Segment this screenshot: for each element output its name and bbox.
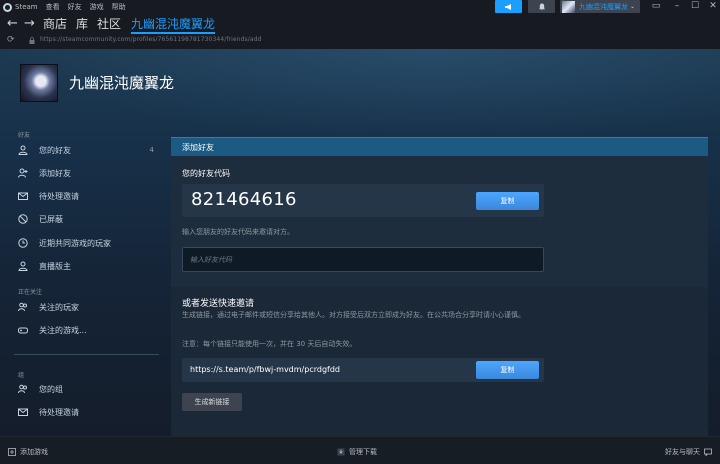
steam-logo-icon	[3, 2, 12, 12]
sidebar-item-label: 您的组	[39, 384, 63, 394]
friends-heading: 好友	[18, 132, 31, 139]
mail-icon	[18, 192, 28, 200]
friend-code-value: 821464616	[191, 189, 297, 210]
sidebar-item-label: 关注的游戏...	[39, 325, 87, 335]
chevron-down-icon: ⌄	[630, 3, 636, 10]
quick-invite-description: 生成链接，通过电子邮件或短信分享给其他人。对方接受后双方立即成为好友。在公共场合…	[182, 311, 525, 319]
copy-code-button[interactable]: 复制	[476, 192, 539, 210]
sidebar-item-add-friend[interactable]: 添加好友	[18, 165, 158, 181]
person-icon	[18, 145, 28, 155]
sidebar-item-followed-players[interactable]: 关注的玩家	[18, 299, 158, 315]
person-icon	[18, 261, 28, 271]
people-icon	[18, 302, 27, 312]
following-heading: 正在关注	[18, 289, 43, 296]
sidebar-item-label: 已屏蔽	[39, 214, 63, 224]
sidebar-item-followed-games[interactable]: 关注的游戏...	[18, 322, 158, 338]
url-text[interactable]: https://steamcommunity.com/profiles/7656…	[40, 36, 261, 43]
nav-profile[interactable]: 九幽混沌魔翼龙	[131, 16, 216, 34]
friends-page: 九幽混沌魔翼龙 好友 您的好友 4 添加好友 待处理邀请 已屏蔽 近期共同游戏的…	[0, 49, 720, 436]
friends-count: 4	[149, 146, 154, 154]
nav-library[interactable]: 库	[76, 16, 88, 32]
clock-icon	[18, 238, 28, 248]
bell-icon	[538, 3, 545, 10]
quick-invite-section: 或者发送快速邀请 生成链接，通过电子邮件或短信分享给其他人。对方接受后双方立即成…	[171, 287, 708, 436]
panel-header: 添加好友	[171, 137, 708, 156]
manage-downloads-button[interactable]: 管理下载	[337, 447, 377, 457]
quick-invite-note: 注意：每个链接只能使用一次，并在 30 天后自动失效。	[182, 340, 357, 348]
bottom-bar: 添加游戏 管理下载 好友与聊天	[0, 436, 720, 464]
profile-avatar[interactable]	[20, 64, 58, 102]
arrow-right-icon[interactable]: →	[24, 16, 35, 32]
plus-icon	[8, 448, 16, 456]
manage-downloads-label: 管理下载	[349, 448, 377, 456]
block-icon	[18, 214, 28, 224]
notifications-button[interactable]	[528, 0, 555, 13]
generate-new-link-button[interactable]: 生成新链接	[182, 393, 242, 411]
people-icon	[18, 384, 27, 394]
chat-icon	[704, 448, 712, 456]
sidebar-item-label: 近期共同游戏的玩家	[39, 238, 111, 248]
announcements-button[interactable]	[495, 0, 522, 13]
arrow-left-icon[interactable]: ←	[7, 16, 18, 32]
quick-invite-title: 或者发送快速邀请	[182, 299, 255, 309]
sidebar-item-broadcast-moderators[interactable]: 直播版主	[18, 258, 158, 274]
sidebar-item-label: 待处理邀请	[39, 191, 79, 201]
panel-title: 添加好友	[182, 143, 214, 152]
lock-icon	[29, 37, 35, 44]
sidebar-item-your-groups[interactable]: 您的组	[18, 381, 158, 397]
download-icon	[337, 448, 345, 456]
sidebar-item-label: 直播版主	[39, 261, 71, 271]
add-game-label: 添加游戏	[20, 448, 48, 456]
add-game-button[interactable]: 添加游戏	[8, 447, 48, 457]
nav-store[interactable]: 商店	[43, 16, 67, 32]
profile-name[interactable]: 九幽混沌魔翼龙	[69, 72, 174, 93]
friend-code-input[interactable]	[182, 247, 544, 272]
groups-heading: 组	[18, 372, 25, 379]
reload-icon[interactable]: ⟳	[7, 35, 15, 45]
account-menu-button[interactable]: 九幽混沌魔翼龙 ⌄	[560, 0, 640, 13]
mail-icon	[18, 408, 28, 416]
friends-chat-button[interactable]: 好友与聊天	[665, 447, 712, 457]
sidebar-divider	[14, 354, 159, 355]
account-avatar	[562, 0, 575, 13]
megaphone-icon	[505, 3, 511, 10]
sidebar-item-label: 待处理邀请	[39, 407, 79, 417]
add-friend-panel: 添加好友 您的好友代码 821464616 复制 输入您朋友的好友代码来邀请对方…	[171, 137, 708, 436]
navigation-bar: ← → 商店 库 社区 九幽混沌魔翼龙	[0, 14, 720, 34]
sidebar-item-label: 添加好友	[39, 168, 71, 178]
friend-code-label: 您的好友代码	[182, 169, 230, 178]
big-picture-icon[interactable]: ▭	[645, 0, 667, 14]
gamepad-icon	[18, 327, 28, 334]
add-person-icon	[18, 168, 28, 178]
url-bar: ⟳ https://steamcommunity.com/profiles/76…	[0, 34, 720, 49]
sidebar-item-blocked[interactable]: 已屏蔽	[18, 211, 158, 227]
invite-link-box: https://s.team/p/fbwj-mvdm/pcrdgfdd 复制	[182, 358, 544, 382]
invite-link[interactable]: https://s.team/p/fbwj-mvdm/pcrdgfdd	[190, 365, 340, 374]
menu-help[interactable]: 帮助	[112, 0, 126, 14]
sidebar-item-label: 关注的玩家	[39, 302, 79, 312]
page-background-glow	[0, 49, 720, 139]
copy-link-button[interactable]: 复制	[476, 361, 539, 379]
nav-community[interactable]: 社区	[97, 16, 121, 32]
menu-view[interactable]: 查看	[46, 0, 60, 14]
account-name: 九幽混沌魔翼龙	[579, 2, 628, 11]
sidebar-item-group-invites[interactable]: 待处理邀请	[18, 404, 158, 420]
friends-chat-label: 好友与聊天	[665, 448, 700, 456]
sidebar-item-label: 您的好友	[39, 145, 71, 155]
sidebar-item-pending-invites[interactable]: 待处理邀请	[18, 188, 158, 204]
menu-games[interactable]: 游戏	[90, 0, 104, 14]
friend-code-hint: 输入您朋友的好友代码来邀请对方。	[182, 228, 294, 236]
sidebar-item-your-friends[interactable]: 您的好友 4	[18, 142, 158, 158]
close-icon[interactable]: ✕	[702, 0, 720, 14]
friend-code-box: 821464616 复制	[182, 184, 544, 217]
menu-friends[interactable]: 好友	[68, 0, 82, 14]
sidebar-item-recently-played[interactable]: 近期共同游戏的玩家	[18, 235, 158, 251]
menu-steam[interactable]: Steam	[15, 0, 38, 14]
